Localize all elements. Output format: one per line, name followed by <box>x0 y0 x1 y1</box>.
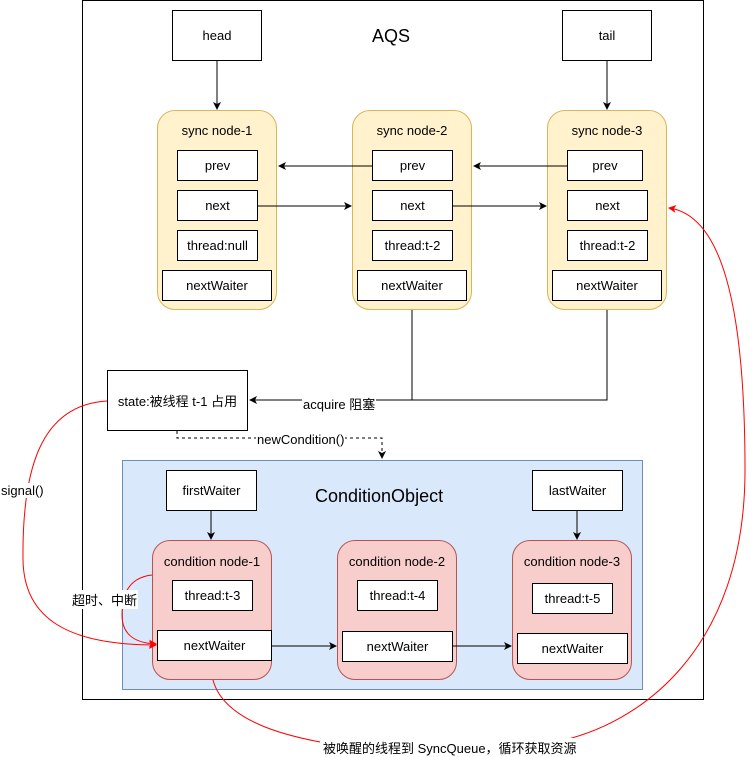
sync-node-2-next[interactable]: next <box>372 190 453 221</box>
sync-node-1-thread[interactable]: thread:null <box>177 230 258 261</box>
acquire-label: acquire 阻塞 <box>302 394 377 413</box>
condition-node-2-thread[interactable]: thread:t-4 <box>357 580 438 611</box>
sync-node-3-prev[interactable]: prev <box>567 150 643 181</box>
sync-node-title: sync node-1 <box>181 123 253 138</box>
sync-node-1-prev[interactable]: prev <box>177 150 258 181</box>
last-waiter-box[interactable]: lastWaiter <box>532 470 623 511</box>
state-box[interactable]: state:被线程 t-1 占用 <box>107 370 248 431</box>
head-box[interactable]: head <box>172 10 262 61</box>
new-condition-label: newCondition() <box>256 432 346 447</box>
sync-node-3-next[interactable]: next <box>567 190 648 221</box>
condition-node-1-next-waiter[interactable]: nextWaiter <box>157 630 272 661</box>
condition-node-3-thread[interactable]: thread:t-5 <box>532 583 613 614</box>
wakeup-label: 被唤醒的线程到 SyncQueue，循环获取资源 <box>322 738 578 757</box>
condition-node-title: condition node-2 <box>348 554 446 569</box>
first-waiter-box[interactable]: firstWaiter <box>166 470 257 511</box>
aqs-title: AQS <box>372 26 411 46</box>
sync-node-title: sync node-3 <box>571 123 643 138</box>
sync-node-2-next-waiter[interactable]: nextWaiter <box>357 270 467 301</box>
tail-box[interactable]: tail <box>562 10 652 61</box>
sync-node-1-next-waiter[interactable]: nextWaiter <box>162 270 272 301</box>
condition-node-1-thread[interactable]: thread:t-3 <box>172 580 253 611</box>
timeout-interrupt-label: 超时、中断 <box>71 590 139 609</box>
condition-node-2-next-waiter[interactable]: nextWaiter <box>342 631 453 662</box>
signal-label: signal() <box>0 483 45 498</box>
condition-node-title: condition node-1 <box>163 554 261 569</box>
condition-node-3-next-waiter[interactable]: nextWaiter <box>517 633 628 664</box>
condition-node-title: condition node-3 <box>523 554 621 569</box>
sync-node-2-thread[interactable]: thread:t-2 <box>372 230 453 261</box>
sync-node-3-next-waiter[interactable]: nextWaiter <box>552 270 662 301</box>
sync-node-2-prev[interactable]: prev <box>372 150 453 181</box>
sync-node-title: sync node-2 <box>376 123 448 138</box>
condition-object-title: ConditionObject <box>315 486 444 506</box>
sync-node-3-thread[interactable]: thread:t-2 <box>567 230 648 261</box>
sync-node-1-next[interactable]: next <box>177 190 258 221</box>
